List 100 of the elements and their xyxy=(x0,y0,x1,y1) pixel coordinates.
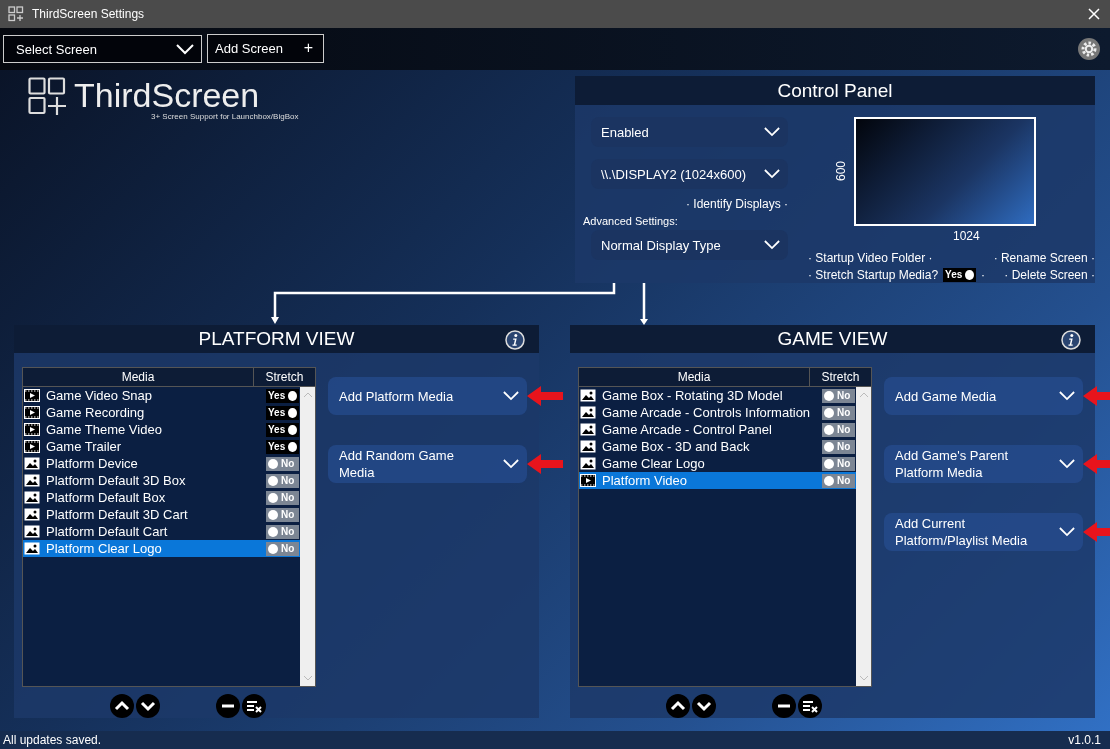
stretch-toggle[interactable]: No xyxy=(266,490,299,505)
column-header: Media xyxy=(23,368,254,386)
clear-list-icon[interactable] xyxy=(242,694,266,718)
startup-video-folder-link[interactable]: · Startup Video Folder · xyxy=(808,250,933,265)
media-row[interactable]: Game Trailer Yes xyxy=(23,438,300,455)
media-row[interactable]: Platform Device No xyxy=(23,455,300,472)
media-name: Platform Default Cart xyxy=(46,524,169,539)
stretch-toggle[interactable]: No xyxy=(822,422,855,437)
height-label: 600 xyxy=(834,161,848,182)
stretch-toggle[interactable]: No xyxy=(266,541,299,556)
move-up-icon[interactable] xyxy=(666,694,690,718)
stretch-toggle[interactable]: Yes xyxy=(943,267,977,282)
info-icon[interactable] xyxy=(505,330,525,350)
chevron-down-icon xyxy=(764,127,780,137)
media-name: Game Trailer xyxy=(46,439,123,454)
dot-separator: · xyxy=(981,267,986,282)
move-up-icon[interactable] xyxy=(110,694,134,718)
pointer-arrow-icon xyxy=(1083,454,1110,474)
chevron-down-icon xyxy=(503,459,519,469)
image-icon xyxy=(580,440,596,453)
media-name: Game Video Snap xyxy=(46,388,153,403)
select-screen-dropdown[interactable]: Select Screen xyxy=(3,35,202,63)
rename-screen-link[interactable]: · Rename Screen · xyxy=(993,250,1095,265)
clear-list-icon[interactable] xyxy=(798,694,822,718)
stretch-toggle[interactable]: No xyxy=(822,456,855,471)
media-row[interactable]: Platform Default 3D Box No xyxy=(23,472,300,489)
media-name: Game Clear Logo xyxy=(602,456,706,471)
info-icon[interactable] xyxy=(1061,330,1081,350)
media-name: Platform Clear Logo xyxy=(46,541,163,556)
logo-wordmark: ThirdScreen xyxy=(74,76,260,114)
stretch-toggle[interactable]: No xyxy=(266,473,299,488)
delete-screen-link[interactable]: · Delete Screen · xyxy=(1004,267,1095,282)
identify-displays-link[interactable]: · Identify Displays · xyxy=(685,197,788,211)
media-row[interactable]: Platform Clear Logo No xyxy=(23,540,300,557)
column-header: Stretch xyxy=(820,369,861,386)
media-name: Platform Device xyxy=(46,456,139,471)
add-media-dropdown[interactable]: Add Game Media xyxy=(884,377,1083,415)
stretch-toggle[interactable]: No xyxy=(266,456,299,471)
stretch-toggle[interactable]: No xyxy=(822,439,855,454)
media-row[interactable]: Game Box - 3D and Back No xyxy=(579,438,856,455)
media-row[interactable]: Game Arcade - Controls Information No xyxy=(579,404,856,421)
image-icon xyxy=(580,457,596,470)
logo-tagline: 3+ Screen Support for Launchbox/BigBox xyxy=(151,112,300,121)
move-down-icon[interactable] xyxy=(692,694,716,718)
image-icon xyxy=(24,542,40,555)
chevron-down-icon xyxy=(764,240,780,250)
pointer-arrow-icon xyxy=(1083,522,1110,542)
media-row[interactable]: Platform Default 3D Cart No xyxy=(23,506,300,523)
advanced-settings-label: Advanced Settings: xyxy=(583,215,679,227)
stretch-toggle[interactable]: No xyxy=(266,507,299,522)
stretch-toggle[interactable]: No xyxy=(266,524,299,539)
add-media-dropdown[interactable]: Add Random Game Media xyxy=(328,445,527,483)
image-icon xyxy=(580,423,596,436)
add-screen-button[interactable]: Add Screen + xyxy=(207,33,324,63)
move-down-icon[interactable] xyxy=(136,694,160,718)
media-row[interactable]: Platform Video No xyxy=(579,472,856,489)
chevron-down-icon xyxy=(503,391,519,401)
image-icon xyxy=(24,508,40,521)
stretch-toggle[interactable]: No xyxy=(822,388,855,403)
media-name: Platform Video xyxy=(602,473,689,488)
media-row[interactable]: Game Box - Rotating 3D Model No xyxy=(579,387,856,404)
panel-title: GAME VIEW xyxy=(777,328,888,350)
media-name: Game Box - Rotating 3D Model xyxy=(602,388,784,403)
panel-title: PLATFORM VIEW xyxy=(198,328,355,350)
chevron-down-icon xyxy=(176,43,194,55)
add-media-dropdown[interactable]: Add Game's Parent Platform Media xyxy=(884,445,1083,483)
stretch-toggle[interactable]: No xyxy=(822,473,855,488)
media-row[interactable]: Game Arcade - Control Panel No xyxy=(579,421,856,438)
stretch-toggle[interactable]: Yes xyxy=(266,388,299,403)
media-row[interactable]: Game Theme Video Yes xyxy=(23,421,300,438)
add-media-dropdown[interactable]: Add Platform Media xyxy=(328,377,527,415)
close-icon[interactable] xyxy=(1088,8,1100,20)
pointer-arrow-icon xyxy=(527,386,563,406)
media-row[interactable]: Platform Default Cart No xyxy=(23,523,300,540)
remove-icon[interactable] xyxy=(772,694,796,718)
display-type-dropdown[interactable]: Normal Display Type xyxy=(591,230,788,260)
chevron-down-icon xyxy=(1059,527,1075,537)
display-dropdown[interactable]: \\.\DISPLAY2 (1024x600) xyxy=(591,159,788,189)
status-dropdown[interactable]: Enabled xyxy=(591,117,788,147)
film-icon xyxy=(24,423,40,436)
settings-icon[interactable] xyxy=(1077,37,1101,61)
media-row[interactable]: Game Recording Yes xyxy=(23,404,300,421)
column-header: Stretch xyxy=(264,369,305,386)
width-label: 1024 xyxy=(953,229,980,243)
media-row[interactable]: Game Video Snap Yes xyxy=(23,387,300,404)
chevron-down-icon xyxy=(1059,459,1075,469)
stretch-toggle[interactable]: Yes xyxy=(266,439,299,454)
media-row[interactable]: Platform Default Box No xyxy=(23,489,300,506)
stretch-toggle[interactable]: Yes xyxy=(266,405,299,420)
film-icon xyxy=(24,440,40,453)
status-message: All updates saved. xyxy=(3,733,102,747)
film-icon xyxy=(24,389,40,402)
app-logo-icon xyxy=(8,6,24,22)
remove-icon[interactable] xyxy=(216,694,240,718)
add-media-dropdown[interactable]: Add Current Platform/Playlist Media xyxy=(884,513,1083,551)
media-row[interactable]: Game Clear Logo No xyxy=(579,455,856,472)
version-label: v1.0.1 xyxy=(1068,733,1101,747)
stretch-toggle[interactable]: Yes xyxy=(266,422,299,437)
media-name: Game Arcade - Control Panel xyxy=(602,422,773,437)
stretch-toggle[interactable]: No xyxy=(822,405,855,420)
